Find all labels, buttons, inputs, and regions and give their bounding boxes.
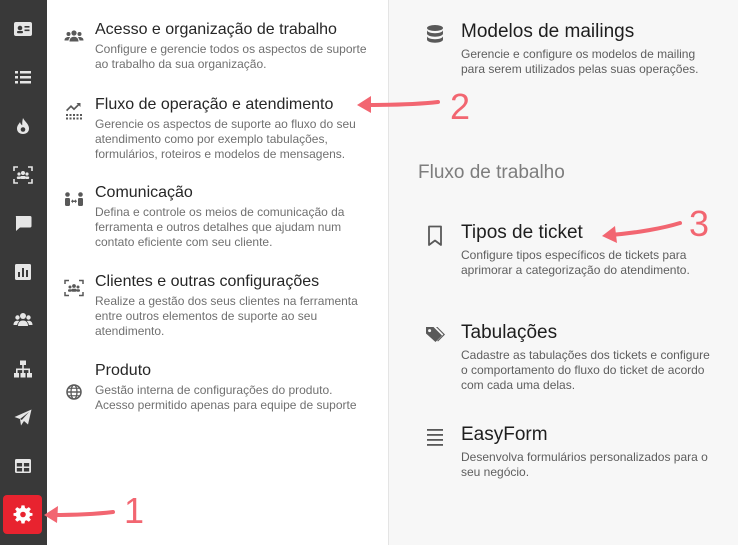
menu-item-title: Clientes e outras configurações bbox=[95, 273, 320, 290]
menu-item-produto[interactable]: Produto Gestão interna de configurações … bbox=[47, 362, 388, 427]
settings-category-menu: Acesso e organização de trabalho Configu… bbox=[47, 0, 389, 545]
annotation-label-1: 1 bbox=[124, 490, 145, 531]
gear-icon bbox=[13, 504, 32, 523]
menu-item-title: Acesso e organização de trabalho bbox=[95, 21, 337, 38]
item-title: Tabulações bbox=[461, 322, 558, 343]
rail-groups-button[interactable] bbox=[5, 157, 41, 193]
item-tabulacoes[interactable]: Tabulações Cadastre as tabulações dos ti… bbox=[425, 322, 725, 395]
globe-icon bbox=[66, 384, 82, 400]
rail-table-button[interactable] bbox=[5, 448, 41, 484]
flow-chart-icon bbox=[66, 103, 82, 120]
item-easyform[interactable]: EasyForm Desenvolva formulários personal… bbox=[425, 424, 725, 483]
communication-icon bbox=[65, 192, 83, 206]
item-description: Cadastre as tabulações dos tickets e con… bbox=[461, 348, 710, 392]
menu-item-comunicacao[interactable]: Comunicação Defina e controle os meios d… bbox=[47, 184, 388, 249]
users-icon bbox=[64, 30, 84, 42]
menu-item-clientes[interactable]: Clientes e outras configurações Realize … bbox=[47, 273, 388, 338]
item-modelos-de-mailings[interactable]: Modelos de mailings Gerencie e configure… bbox=[425, 21, 725, 80]
item-title: EasyForm bbox=[461, 424, 548, 445]
list-icon bbox=[15, 71, 31, 84]
bookmark-icon bbox=[428, 225, 442, 246]
rail-settings-button[interactable] bbox=[3, 495, 42, 534]
rail-list-button[interactable] bbox=[5, 59, 41, 95]
menu-item-description: Gestão interna de configurações do produ… bbox=[95, 383, 357, 412]
sitemap-icon bbox=[14, 360, 32, 378]
contact-card-icon bbox=[14, 22, 32, 36]
tags-icon bbox=[426, 327, 445, 342]
menu-item-description: Configure e gerencie todos os aspectos d… bbox=[95, 42, 367, 71]
lines-icon bbox=[427, 429, 443, 446]
send-icon bbox=[14, 409, 32, 426]
item-tipos-de-ticket[interactable]: Tipos de ticket Configure tipos específi… bbox=[425, 222, 725, 281]
menu-item-description: Realize a gestão dos seus clientes na fe… bbox=[95, 294, 358, 338]
item-description: Desenvolva formulários personalizados pa… bbox=[461, 450, 708, 479]
flame-icon bbox=[17, 118, 29, 134]
rail-contacts-button[interactable] bbox=[5, 11, 41, 47]
settings-content-panel: Modelos de mailings Gerencie e configure… bbox=[389, 0, 738, 545]
menu-item-title: Produto bbox=[95, 362, 152, 379]
section-title: Fluxo de trabalho bbox=[418, 162, 565, 183]
menu-item-acesso[interactable]: Acesso e organização de trabalho Configu… bbox=[47, 21, 388, 73]
item-description: Configure tipos específicos de tickets p… bbox=[461, 248, 690, 277]
annotation-label-3: 3 bbox=[689, 203, 710, 244]
bar-chart-icon bbox=[15, 264, 31, 280]
item-title: Tipos de ticket bbox=[461, 222, 583, 243]
database-icon bbox=[427, 25, 443, 43]
rail-chat-button[interactable] bbox=[5, 205, 41, 241]
menu-item-title: Comunicação bbox=[95, 184, 193, 201]
annotation-label-2: 2 bbox=[450, 86, 471, 127]
menu-item-fluxo[interactable]: Fluxo de operação e atendimento Gerencie… bbox=[47, 96, 388, 161]
menu-item-description: Gerencie os aspectos de suporte ao fluxo… bbox=[95, 117, 356, 161]
group-focus-icon bbox=[13, 166, 33, 184]
group-focus-icon bbox=[64, 279, 84, 297]
item-title: Modelos de mailings bbox=[461, 21, 635, 42]
users-icon bbox=[13, 313, 33, 326]
menu-item-title: Fluxo de operação e atendimento bbox=[95, 96, 334, 113]
rail-send-button[interactable] bbox=[5, 400, 41, 436]
chat-icon bbox=[15, 216, 32, 231]
table-icon bbox=[15, 459, 31, 473]
item-description: Gerencie e configure os modelos de maili… bbox=[461, 47, 699, 76]
menu-item-description: Defina e controle os meios de comunicaçã… bbox=[95, 205, 345, 249]
rail-reports-button[interactable] bbox=[5, 254, 41, 290]
rail-users-button[interactable] bbox=[5, 302, 41, 338]
icon-rail bbox=[0, 0, 47, 545]
rail-flame-button[interactable] bbox=[5, 108, 41, 144]
rail-network-button[interactable] bbox=[5, 351, 41, 387]
